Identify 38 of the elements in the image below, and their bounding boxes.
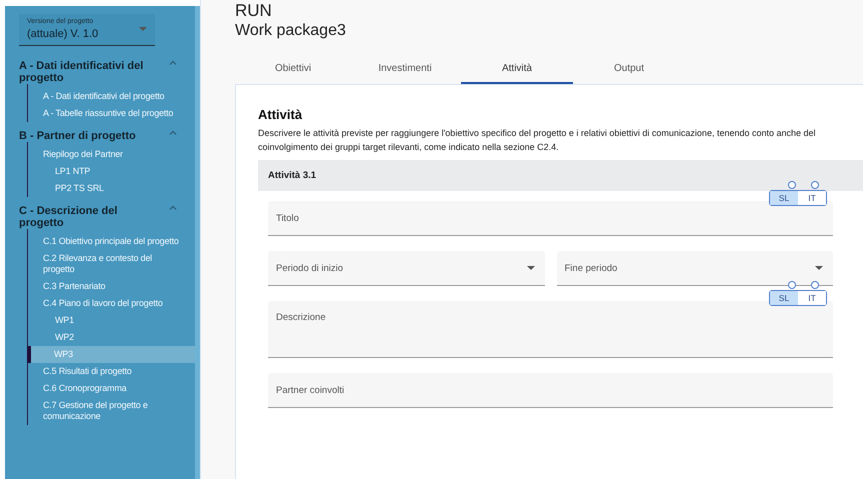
select-field[interactable]: Fine periodo [556, 251, 833, 286]
section-header[interactable]: B - Partner di progetto [5, 130, 195, 142]
tab[interactable]: Output [573, 54, 685, 84]
nav-item[interactable]: WP2 [28, 329, 195, 346]
chevron-up-icon [169, 205, 177, 210]
section-header[interactable]: A - Dati identificativi del progetto [5, 60, 195, 84]
tab[interactable]: Obiettivi [237, 54, 349, 84]
activity-header: Attività 3.1 [258, 160, 863, 191]
nav-item[interactable]: Riepilogo dei Partner [28, 146, 195, 163]
nav-item[interactable]: A - Dati identificativi del progetto [28, 88, 195, 105]
chevron-up-icon [169, 130, 177, 135]
chevron-up-icon [169, 60, 177, 65]
page-subtitle: Work package3 [235, 22, 347, 40]
nav-item[interactable]: C.6 Cronoprogramma [28, 380, 195, 397]
nav-item[interactable]: C.2 Rilevanza e contesto del progetto [28, 250, 195, 278]
nav-item[interactable]: PP2 TS SRL [28, 180, 195, 197]
select-field[interactable]: Periodo di inizio [268, 251, 544, 286]
panel-title: Attività [258, 107, 304, 122]
dropdown-arrow-icon [139, 27, 147, 31]
tab[interactable]: Investimenti [349, 54, 461, 84]
language-button[interactable]: SL [770, 291, 798, 305]
dropdown-arrow-icon [526, 266, 534, 270]
input-field[interactable]: Titolo [268, 201, 833, 236]
nav-item[interactable]: LP1 NTP [28, 163, 195, 180]
dropdown-arrow-icon [815, 266, 823, 270]
nav-item[interactable]: A - Tabelle riassuntive del progetto [28, 105, 195, 122]
section-header[interactable]: C - Descrizione del progetto [5, 205, 195, 229]
panel-description: Descrivere le attività previste per raggiungere l'obiettivo specifico del progetto e i relativi obiettivi di comunicazione, tenendo conto anche del coinvolgimento dei gruppi target rilevanti, come indicato nella sezione C2.4. [258, 127, 817, 154]
nav-item[interactable]: C.3 Partenariato [28, 278, 195, 295]
language-button[interactable]: SL [770, 191, 798, 205]
nav-item[interactable]: C.7 Gestione del progetto e comunicazione [28, 397, 195, 425]
nav-item[interactable]: C.5 Risultati di progetto [28, 363, 195, 380]
nav-item[interactable]: C.4 Piano di lavoro del progetto [28, 295, 195, 312]
textarea-field[interactable]: Descrizione [268, 301, 833, 358]
nav-item[interactable]: C.1 Obiettivo principale del progetto [28, 233, 195, 250]
input-field[interactable]: Partner coinvolti [268, 373, 833, 408]
page-title: RUN [235, 1, 273, 20]
nav-item[interactable]: WP1 [28, 312, 195, 329]
